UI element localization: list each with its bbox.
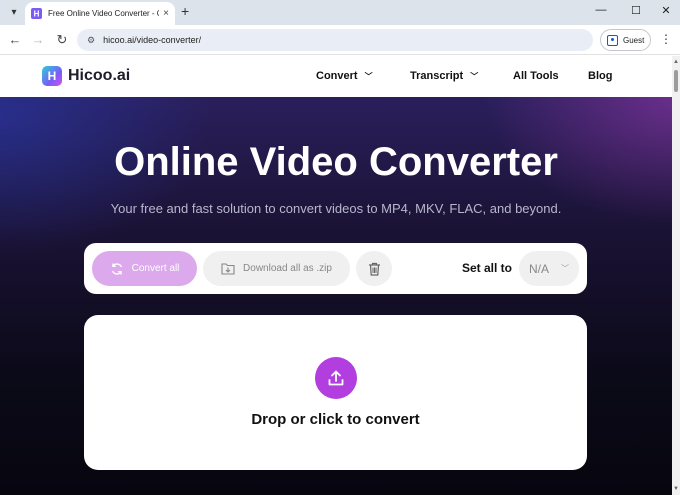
tab-search-dropdown-icon[interactable]: ▾ <box>5 3 23 21</box>
browser-tab-bar: ▾ H Free Online Video Converter - C × + … <box>0 0 680 25</box>
logo-text: Hicoo.ai <box>68 67 131 84</box>
browser-menu-icon[interactable]: ⋮ <box>660 32 672 46</box>
site-logo[interactable]: H Hicoo.ai <box>42 66 130 86</box>
back-arrow-icon[interactable]: ← <box>6 32 24 47</box>
convert-all-button[interactable]: Convert all <box>92 251 197 286</box>
upload-icon <box>328 370 344 386</box>
window-close-button[interactable]: ✕ <box>656 4 676 17</box>
forward-arrow-icon[interactable]: → <box>29 32 47 47</box>
nav-item-transcript[interactable]: Transcript ﹀ <box>410 70 478 82</box>
convert-all-label: Convert all <box>131 263 180 274</box>
profile-avatar-icon <box>607 34 618 46</box>
window-minimize-button[interactable]: — <box>591 4 611 16</box>
profile-label: Guest <box>623 35 645 45</box>
chevron-down-icon: ﹀ <box>561 264 570 273</box>
site-info-icon[interactable]: ⚙ <box>87 35 95 46</box>
window-maximize-button[interactable]: ☐ <box>626 4 646 17</box>
nav-item-convert[interactable]: Convert ﹀ <box>316 70 373 82</box>
refresh-icon <box>111 262 122 275</box>
file-dropzone[interactable]: Drop or click to convert <box>84 315 587 470</box>
tab-close-icon[interactable]: × <box>163 8 169 19</box>
format-select-value: N/A <box>529 261 550 276</box>
scrollbar-thumb[interactable] <box>674 70 678 92</box>
new-tab-button[interactable]: + <box>181 3 189 19</box>
svg-text:H: H <box>34 10 40 19</box>
chevron-down-icon: ﹀ <box>364 71 373 81</box>
address-bar[interactable]: ⚙ hicoo.ai/video-converter/ <box>77 29 593 51</box>
browser-toolbar: ← → ↻ ⚙ hicoo.ai/video-converter/ Guest … <box>0 25 680 55</box>
nav-label: All Tools <box>513 70 559 82</box>
reload-icon[interactable]: ↻ <box>53 32 71 48</box>
download-zip-label: Download all as .zip <box>243 263 332 274</box>
favicon-icon: H <box>31 8 42 19</box>
nav-label: Convert <box>316 70 358 82</box>
nav-item-blog[interactable]: Blog <box>588 70 612 82</box>
page-scrollbar[interactable]: ▲ ▼ <box>672 56 680 495</box>
upload-button[interactable] <box>315 357 357 399</box>
dropzone-label: Drop or click to convert <box>251 411 420 428</box>
tab-title: Free Online Video Converter - C <box>48 9 160 18</box>
converter-toolbar: Convert all Download all as .zip Set all… <box>84 243 587 294</box>
page-subtitle: Your free and fast solution to convert v… <box>110 201 562 216</box>
delete-all-button[interactable] <box>356 251 392 286</box>
nav-label: Blog <box>588 70 613 82</box>
download-zip-button[interactable]: Download all as .zip <box>203 251 350 286</box>
logo-mark-icon: H <box>42 66 62 86</box>
nav-item-all-tools[interactable]: All Tools <box>513 70 559 82</box>
chevron-down-icon: ﹀ <box>470 71 479 81</box>
scroll-down-icon[interactable]: ▼ <box>673 486 679 492</box>
browser-tab[interactable]: H Free Online Video Converter - C × <box>25 2 175 25</box>
format-select[interactable]: N/A ﹀ <box>519 251 579 286</box>
folder-download-icon <box>221 263 235 275</box>
site-header: H Hicoo.ai Convert ﹀ Transcript ﹀ All To… <box>0 56 672 97</box>
page-title: Online Video Converter <box>114 140 558 184</box>
trash-icon <box>368 262 380 276</box>
url-text: hicoo.ai/video-converter/ <box>103 35 202 45</box>
profile-button[interactable]: Guest <box>600 29 651 51</box>
set-all-label: Set all to <box>462 261 513 275</box>
nav-label: Transcript <box>410 70 464 82</box>
scroll-up-icon[interactable]: ▲ <box>673 59 679 65</box>
